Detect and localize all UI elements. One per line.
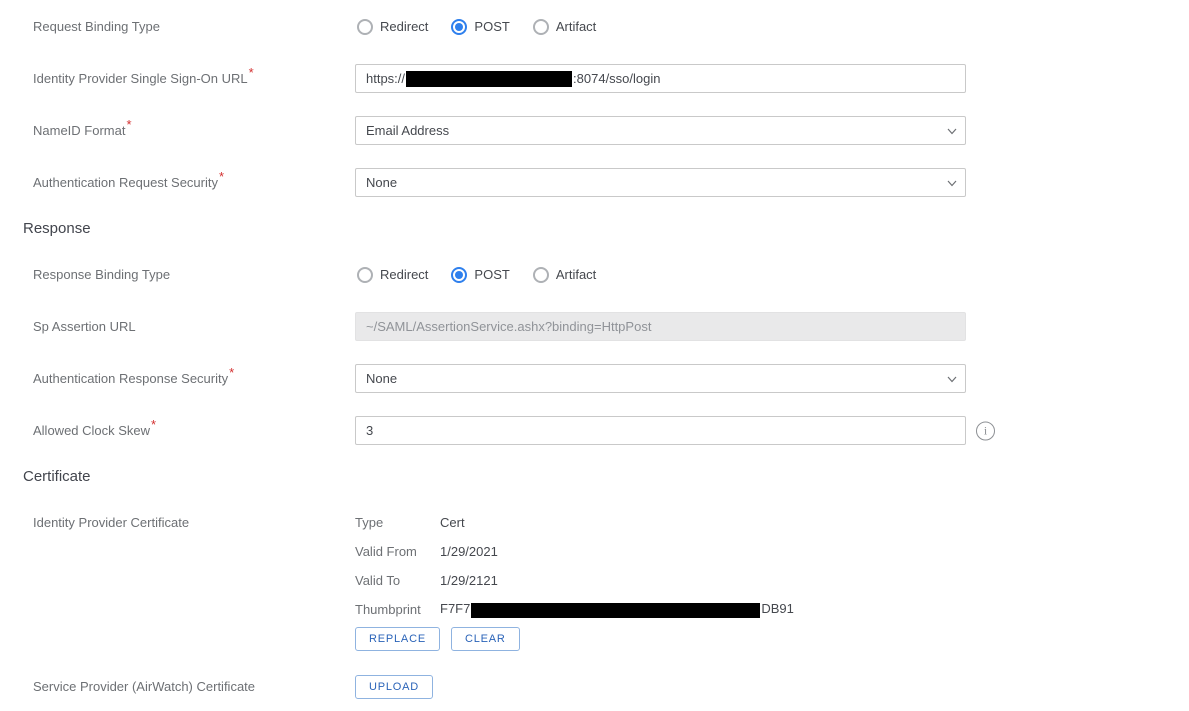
- redacted-text-block: [406, 71, 572, 87]
- cert-thumbprint-value: F7F7 DB91: [440, 601, 794, 617]
- label-text: NameID Format: [33, 123, 125, 138]
- radio-label: Artifact: [556, 19, 596, 34]
- selected-value: Email Address: [366, 123, 449, 138]
- auth-response-security-label: Authentication Response Security*: [33, 371, 355, 387]
- required-asterisk: *: [249, 65, 254, 80]
- url-suffix: :8074/sso/login: [573, 71, 660, 86]
- selected-value: None: [366, 175, 397, 190]
- idp-certificate-label: Identity Provider Certificate: [33, 508, 355, 531]
- sp-assertion-url-label: Sp Assertion URL: [33, 319, 355, 335]
- response-binding-radio-group: Redirect POST Artifact: [355, 267, 966, 283]
- response-binding-row: Response Binding Type Redirect POST Arti…: [33, 260, 1189, 289]
- nameid-format-label: NameID Format*: [33, 123, 355, 139]
- radio-selected-icon: [451, 267, 467, 283]
- idp-sso-url-input[interactable]: https:// :8074/sso/login: [355, 64, 966, 93]
- certificate-section-heading: Certificate: [23, 468, 1189, 485]
- idp-certificate-row: Identity Provider Certificate Type Cert …: [33, 508, 1189, 651]
- response-binding-label: Response Binding Type: [33, 267, 355, 283]
- request-binding-label: Request Binding Type: [33, 19, 355, 35]
- nameid-format-row: NameID Format* Email Address: [33, 116, 1189, 145]
- label-text: Allowed Clock Skew: [33, 423, 150, 438]
- radio-option-post[interactable]: POST: [451, 267, 509, 283]
- selected-value: None: [366, 371, 397, 386]
- idp-sso-url-row: Identity Provider Single Sign-On URL* ht…: [33, 64, 1189, 93]
- thumbprint-suffix: DB91: [761, 601, 794, 616]
- required-asterisk: *: [151, 417, 156, 432]
- label-text: Authentication Request Security: [33, 175, 218, 190]
- cert-valid-to-row: Valid To 1/29/2121: [355, 566, 966, 595]
- cert-detail-key: Type: [355, 515, 440, 530]
- cert-thumbprint-row: Thumbprint F7F7 DB91: [355, 595, 966, 624]
- request-binding-row: Request Binding Type Redirect POST Artif…: [33, 12, 1189, 41]
- radio-option-post[interactable]: POST: [451, 19, 509, 35]
- radio-label: POST: [474, 19, 509, 34]
- required-asterisk: *: [219, 169, 224, 184]
- cert-detail-key: Valid From: [355, 544, 440, 559]
- radio-unselected-icon: [533, 19, 549, 35]
- cert-type-row: Type Cert: [355, 508, 966, 537]
- thumbprint-prefix: F7F7: [440, 601, 470, 616]
- radio-label: POST: [474, 267, 509, 282]
- certificate-details: Type Cert Valid From 1/29/2021 Valid To …: [355, 508, 966, 651]
- radio-label: Redirect: [380, 267, 428, 282]
- cert-detail-value: 1/29/2121: [440, 573, 498, 588]
- nameid-format-select[interactable]: Email Address: [355, 116, 966, 145]
- cert-detail-key: Thumbprint: [355, 602, 440, 617]
- auth-response-security-select[interactable]: None: [355, 364, 966, 393]
- label-text: Authentication Response Security: [33, 371, 228, 386]
- cert-detail-value: 1/29/2021: [440, 544, 498, 559]
- cert-detail-key: Valid To: [355, 573, 440, 588]
- upload-button[interactable]: UPLOAD: [355, 675, 433, 699]
- url-prefix: https://: [366, 71, 405, 86]
- radio-label: Artifact: [556, 267, 596, 282]
- response-section-heading: Response: [23, 220, 1189, 237]
- required-asterisk: *: [126, 117, 131, 132]
- auth-request-security-select[interactable]: None: [355, 168, 966, 197]
- cert-valid-from-row: Valid From 1/29/2021: [355, 537, 966, 566]
- radio-option-artifact[interactable]: Artifact: [533, 267, 596, 283]
- radio-unselected-icon: [357, 267, 373, 283]
- radio-selected-icon: [451, 19, 467, 35]
- redacted-text-block: [471, 603, 760, 618]
- radio-option-redirect[interactable]: Redirect: [357, 19, 428, 35]
- sp-assertion-url-input: ~/SAML/AssertionService.ashx?binding=Htt…: [355, 312, 966, 341]
- allowed-clock-skew-input[interactable]: 3: [355, 416, 966, 445]
- radio-unselected-icon: [533, 267, 549, 283]
- allowed-clock-skew-label: Allowed Clock Skew*: [33, 423, 355, 439]
- label-text: Identity Provider Single Sign-On URL: [33, 71, 248, 86]
- request-binding-radio-group: Redirect POST Artifact: [355, 19, 966, 35]
- idp-sso-url-label: Identity Provider Single Sign-On URL*: [33, 71, 355, 87]
- radio-unselected-icon: [357, 19, 373, 35]
- sp-certificate-row: Service Provider (AirWatch) Certificate …: [33, 674, 1189, 700]
- clear-button[interactable]: CLEAR: [451, 627, 520, 651]
- auth-request-security-row: Authentication Request Security* None: [33, 168, 1189, 197]
- allowed-clock-skew-row: Allowed Clock Skew* 3 i: [33, 416, 1189, 445]
- sp-assertion-url-row: Sp Assertion URL ~/SAML/AssertionService…: [33, 312, 1189, 341]
- required-asterisk: *: [229, 365, 234, 380]
- certificate-actions: REPLACE CLEAR: [355, 627, 966, 651]
- cert-detail-value: Cert: [440, 515, 465, 530]
- auth-request-security-label: Authentication Request Security*: [33, 175, 355, 191]
- auth-response-security-row: Authentication Response Security* None: [33, 364, 1189, 393]
- info-icon[interactable]: i: [976, 421, 995, 440]
- saml-settings-form: Request Binding Type Redirect POST Artif…: [0, 0, 1189, 711]
- replace-button[interactable]: REPLACE: [355, 627, 440, 651]
- radio-label: Redirect: [380, 19, 428, 34]
- sp-certificate-label: Service Provider (AirWatch) Certificate: [33, 679, 355, 695]
- radio-option-redirect[interactable]: Redirect: [357, 267, 428, 283]
- radio-option-artifact[interactable]: Artifact: [533, 19, 596, 35]
